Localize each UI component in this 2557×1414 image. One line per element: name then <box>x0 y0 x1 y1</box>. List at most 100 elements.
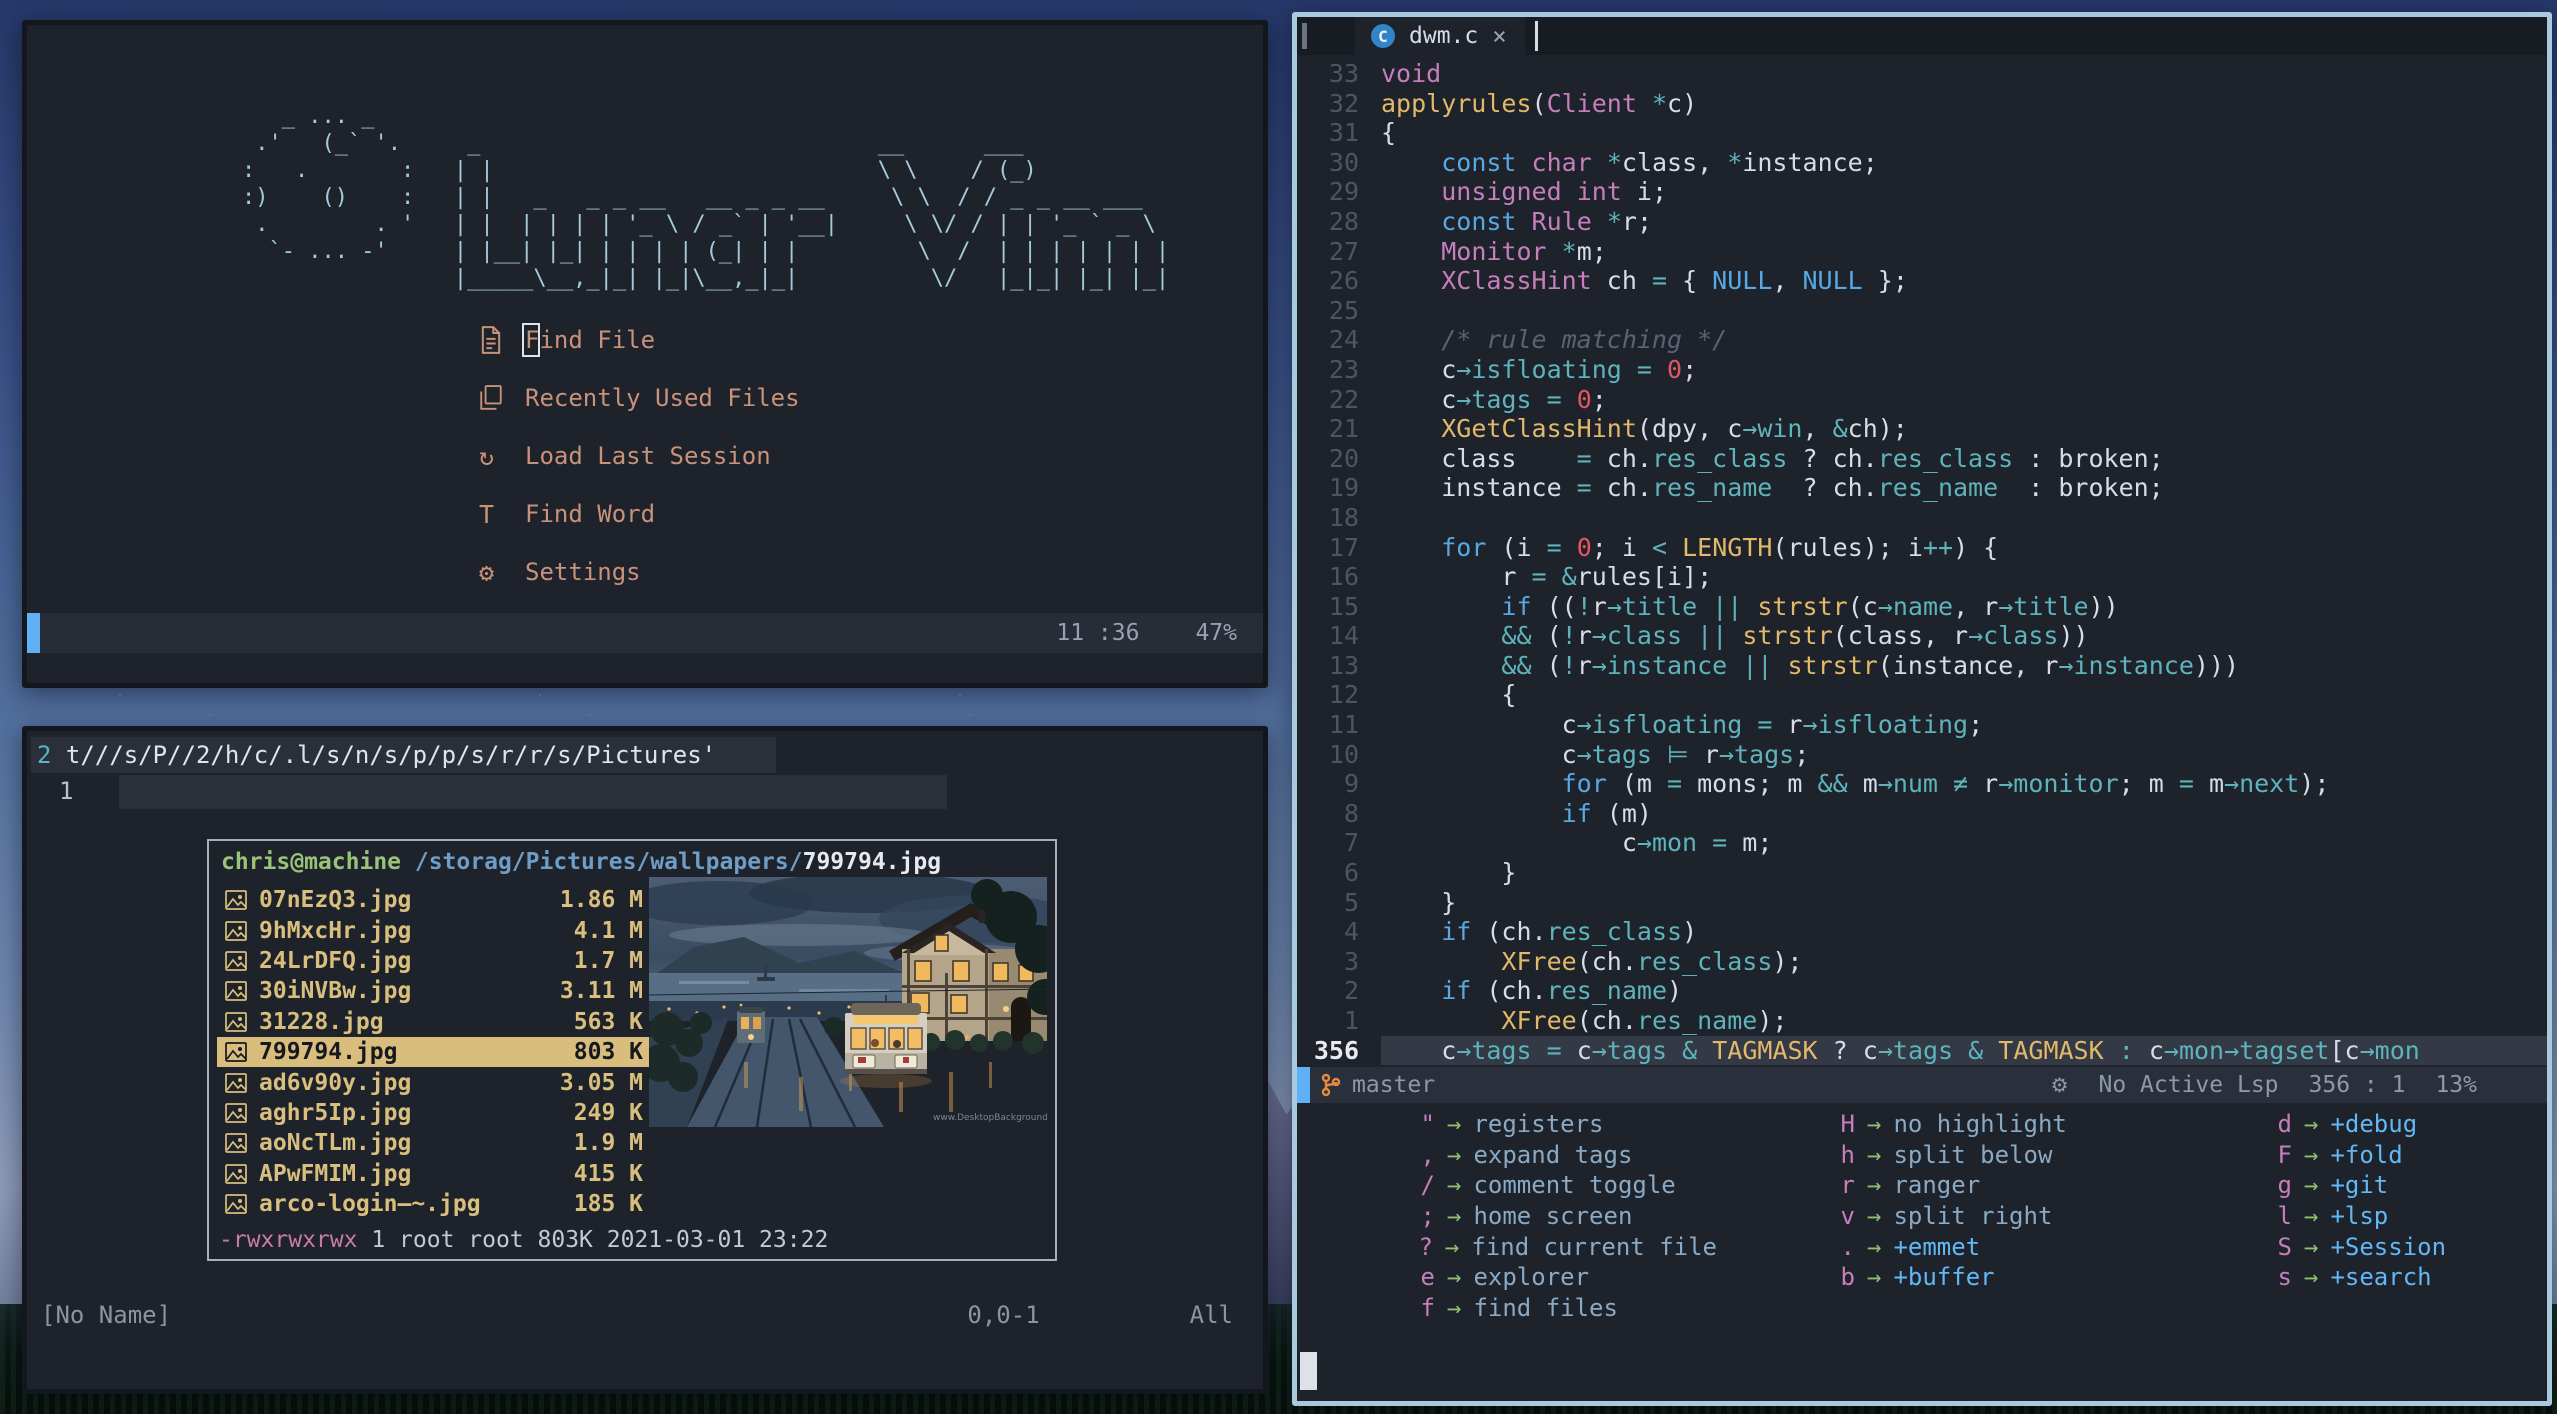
line-number: 8 <box>1343 798 1359 828</box>
file-name: 24LrDFQ.jpg <box>259 947 412 974</box>
code-line[interactable]: 18 <box>1297 503 2547 533</box>
line-number: 12 <box>1328 680 1359 710</box>
whichkey-binding: / → comment toggle <box>1420 1171 1676 1200</box>
line-number: 21 <box>1328 414 1359 444</box>
code-line[interactable]: 19 instance = ch.res_name ? ch.res_name … <box>1297 473 2547 503</box>
line-number: 4 <box>1343 917 1359 947</box>
dashboard-menu-item-find-file[interactable]: Find File <box>479 311 800 369</box>
code-line[interactable]: 10 c→tags ⊨ r→tags; <box>1297 740 2547 770</box>
file-row[interactable]: aoNcTLm.jpg 1.9 M <box>217 1128 649 1158</box>
code-line[interactable]: 29 unsigned int i; <box>1297 177 2547 207</box>
code-line[interactable]: 33 void <box>1297 59 2547 89</box>
file-row[interactable]: arco-login—~.jpg 185 K <box>217 1189 649 1219</box>
code-line[interactable]: 11 c→isfloating = r→isfloating; <box>1297 710 2547 740</box>
code-line[interactable]: 15 if ((!r→title || strstr(c→name, r→tit… <box>1297 592 2547 622</box>
file-row[interactable]: ad6v90y.jpg 3.05 M <box>217 1067 649 1097</box>
dashboard-menu-item-settings[interactable]: ⚙ Settings <box>479 543 800 601</box>
restore-icon: ↻ <box>479 441 495 471</box>
code-line[interactable]: 6 } <box>1297 858 2547 888</box>
code-editor-area[interactable]: 33 void 32 applyrules(Client *c) 31{30 const… <box>1297 59 2547 1066</box>
dashboard-menu-item-recently-used-files[interactable]: Recently Used Files <box>479 369 800 427</box>
code-line[interactable]: 22 c→tags = 0; <box>1297 385 2547 415</box>
code-line[interactable]: 356 c→tags = c→tags & TAGMASK ? c→tags &… <box>1297 1035 2547 1066</box>
file-size: 4.1 M <box>573 917 643 944</box>
dashboard-menu-item-find-word[interactable]: T Find Word <box>479 485 800 543</box>
code-line[interactable]: 1 XFree(ch.res_name); <box>1297 1006 2547 1036</box>
code-line[interactable]: 12 { <box>1297 680 2547 710</box>
close-icon[interactable]: × <box>1492 22 1506 50</box>
file-row[interactable]: 30iNVBw.jpg 3.11 M <box>217 976 649 1006</box>
code-line[interactable]: 9 for (m = mons; m && m→num ≠ r→monitor;… <box>1297 769 2547 799</box>
code-line-text: if ((!r→title || strstr(c→name, r→title)… <box>1501 591 2119 621</box>
code-line[interactable]: 17 for (i = 0; i < LENGTH(rules); i++) { <box>1297 533 2547 563</box>
code-line[interactable]: 5 } <box>1297 888 2547 918</box>
code-line[interactable]: 13 && (!r→instance || strstr(instance, r… <box>1297 651 2547 681</box>
code-line-text: { <box>1381 118 1397 148</box>
code-line[interactable]: 7 c→mon = m; <box>1297 828 2547 858</box>
file-name: 9hMxcHr.jpg <box>259 917 412 944</box>
editor-window[interactable]: C dwm.c × 33 void 32 applyrules(Client *c) 3… <box>1292 12 2552 1406</box>
line-number: 16 <box>1328 562 1359 592</box>
menu-item-label: Find Word <box>525 500 656 528</box>
ranger-path-header: chris@machine /storag/Pictures/wallpaper… <box>221 849 941 875</box>
ranger-popup[interactable]: chris@machine /storag/Pictures/wallpaper… <box>207 839 1057 1261</box>
file-row[interactable]: 24LrDFQ.jpg 1.7 M <box>217 946 649 976</box>
gear-icon: ⚙ <box>479 557 495 587</box>
terminal-block-cursor <box>1300 1352 1317 1390</box>
code-line[interactable]: 2 if (ch.res_name) <box>1297 976 2547 1006</box>
line-number: 29 <box>1328 177 1359 207</box>
code-line[interactable]: 8 if (m) <box>1297 799 2547 829</box>
terminal-window[interactable]: 2 t///s/P//2/h/c/.l/s/n/s/p/p/s/r/r/s/Pi… <box>22 726 1268 1394</box>
image-file-icon <box>225 1072 259 1094</box>
scroll-percent: 13% <box>2435 1072 2477 1098</box>
file-row[interactable]: aghr5Ip.jpg 249 K <box>217 1098 649 1128</box>
lunarvim-dashboard-window[interactable]: _ ... _ .' (_` '. _ __ ___ : . : | | \ \… <box>22 20 1268 688</box>
code-line[interactable]: 14 && (!r→class || strstr(class, r→class… <box>1297 621 2547 651</box>
code-line[interactable]: 32 applyrules(Client *c) <box>1297 89 2547 119</box>
file-row[interactable]: 31228.jpg 563 K <box>217 1007 649 1037</box>
code-line[interactable]: 23 c→isfloating = 0; <box>1297 355 2547 385</box>
code-line[interactable]: 24 /* rule matching */ <box>1297 325 2547 355</box>
code-line[interactable]: 31 { <box>1297 118 2547 148</box>
code-line-text: const Rule *r; <box>1441 206 1652 236</box>
file-name: ad6v90y.jpg <box>259 1069 412 1096</box>
code-line[interactable]: 28 const Rule *r; <box>1297 207 2547 237</box>
code-line[interactable]: 4 if (ch.res_class) <box>1297 917 2547 947</box>
code-line[interactable]: 21 XGetClassHint(dpy, c→win, &ch); <box>1297 414 2547 444</box>
line-number: 32 <box>1328 88 1359 118</box>
code-line[interactable]: 25 <box>1297 296 2547 326</box>
terminal-line-text: t///s/P//2/h/c/.l/s/n/s/p/p/s/r/r/s/Pict… <box>51 741 717 769</box>
dashboard-menu-item-load-last-session[interactable]: ↻ Load Last Session <box>479 427 800 485</box>
code-line[interactable]: 20 class = ch.res_class ? ch.res_class :… <box>1297 444 2547 474</box>
terminal-line-1: 2 t///s/P//2/h/c/.l/s/n/s/p/p/s/r/r/s/Pi… <box>31 737 776 773</box>
whichkey-binding: ; → home screen <box>1420 1202 1633 1231</box>
line-number: 19 <box>1328 473 1359 503</box>
line-number: 9 <box>1343 769 1359 799</box>
line-number: 20 <box>1328 443 1359 473</box>
line-number: 1 <box>1343 1006 1359 1035</box>
code-line[interactable]: 16 r = &rules[i]; <box>1297 562 2547 592</box>
file-row-selected[interactable]: 799794.jpg 803 K <box>217 1036 649 1068</box>
code-line-text: class = ch.res_class ? ch.res_class : br… <box>1381 443 2164 473</box>
whichkey-binding: ? → find current file <box>1418 1232 1717 1261</box>
file-size: 563 K <box>573 1008 643 1035</box>
code-line[interactable]: 30 const char *class, *instance; <box>1297 148 2547 178</box>
code-line[interactable]: 27 Monitor *m; <box>1297 237 2547 267</box>
file-row[interactable]: 9hMxcHr.jpg 4.1 M <box>217 915 649 945</box>
cursorline-highlight <box>119 775 947 809</box>
whichkey-binding: . → +emmet <box>1840 1232 1981 1261</box>
code-line-text: c→isfloating = 0; <box>1381 354 1698 384</box>
code-line-text: if (m) <box>1561 798 1652 828</box>
file-row[interactable]: APwFMIM.jpg 415 K <box>217 1159 649 1189</box>
files-icon <box>479 385 525 411</box>
file-size: 803 K <box>573 1039 643 1066</box>
file-name: 07nEzQ3.jpg <box>259 887 412 914</box>
whichkey-binding: , → expand tags <box>1420 1140 1633 1169</box>
file-row[interactable]: 07nEzQ3.jpg 1.86 M <box>217 885 649 915</box>
file-name: aoNcTLm.jpg <box>259 1130 412 1157</box>
code-line[interactable]: 3 XFree(ch.res_class); <box>1297 947 2547 977</box>
code-line-text: void <box>1381 59 1442 88</box>
code-line[interactable]: 26 XClassHint ch = { NULL, NULL }; <box>1297 266 2547 296</box>
tab-dwm-c[interactable]: C dwm.c × <box>1355 17 1525 55</box>
whichkey-row: ; → home screen v → split right l → +lsp <box>1297 1201 2547 1232</box>
